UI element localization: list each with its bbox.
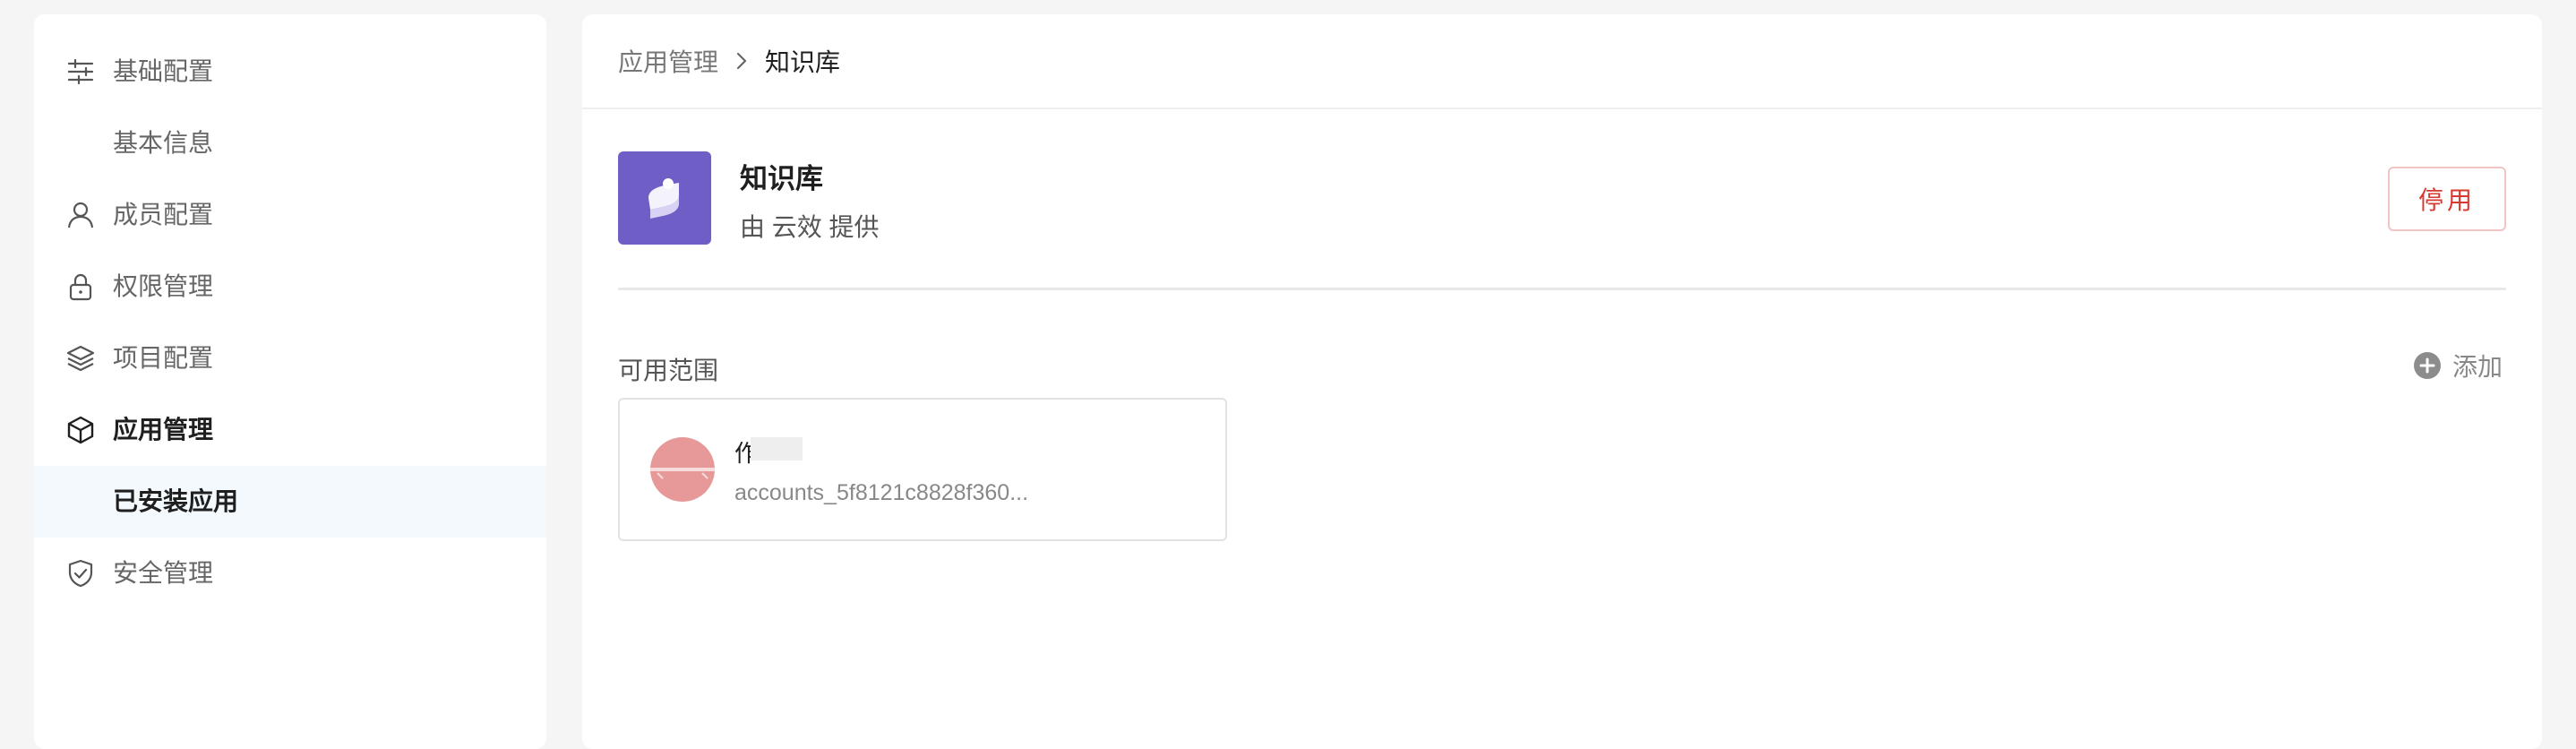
sidebar-item-label: 安全管理	[113, 559, 214, 587]
sidebar-item-label: 应用管理	[113, 416, 214, 443]
add-scope-button[interactable]: 添加	[2413, 348, 2503, 383]
sidebar-item-basic-config[interactable]: 基础配置	[34, 36, 546, 108]
breadcrumb: 应用管理 知识库	[618, 14, 840, 108]
sidebar-item-label: 已安装应用	[113, 487, 239, 515]
sidebar-item-project-config[interactable]: 项目配置	[34, 323, 546, 394]
disable-button[interactable]: 停用	[2388, 167, 2506, 231]
header-divider	[582, 108, 2542, 109]
sidebar-item-installed-apps[interactable]: 已安装应用	[34, 466, 546, 538]
plus-circle-icon	[2413, 351, 2442, 380]
section-divider	[618, 288, 2506, 290]
breadcrumb-parent[interactable]: 应用管理	[618, 43, 718, 79]
knowledge-base-logo-icon	[648, 178, 679, 219]
sidebar: 基础配置 基本信息 成员配置 权限管理 项目配置 应用管理 已安装应用 安全管理	[34, 14, 546, 749]
chevron-right-icon	[734, 51, 749, 71]
breadcrumb-current: 知识库	[765, 48, 841, 76]
sidebar-item-label: 基本信息	[113, 129, 214, 157]
member-name: 作	[734, 435, 803, 467]
sidebar-item-permission[interactable]: 权限管理	[34, 251, 546, 323]
redacted-block	[751, 437, 803, 461]
sidebar-item-security[interactable]: 安全管理	[34, 538, 546, 609]
sidebar-item-member-config[interactable]: 成员配置	[34, 179, 546, 251]
sidebar-item-label: 项目配置	[113, 344, 214, 372]
cube-icon	[64, 414, 97, 446]
layers-icon	[64, 342, 97, 374]
app-provider: 由 云效 提供	[740, 213, 880, 241]
app-logo	[618, 151, 711, 245]
sidebar-item-label: 基础配置	[113, 57, 214, 85]
sidebar-item-app-management[interactable]: 应用管理	[34, 394, 546, 466]
lock-icon	[64, 271, 97, 303]
member-card[interactable]: 作 accounts_5f8121c8828f360...	[618, 398, 1227, 541]
app-name: 知识库	[740, 163, 823, 194]
user-icon	[64, 199, 97, 231]
sliders-icon	[64, 56, 97, 88]
scope-title: 可用范围	[618, 357, 719, 384]
member-account: accounts_5f8121c8828f360...	[734, 480, 1029, 505]
sidebar-item-label: 权限管理	[113, 272, 214, 300]
avatar	[650, 437, 715, 502]
main-panel: 应用管理 知识库 知识库 由 云效 提供 停用 可用范围 添加 作 accoun…	[582, 14, 2542, 749]
add-scope-label: 添加	[2452, 353, 2503, 381]
sidebar-item-basic-info[interactable]: 基本信息	[34, 108, 546, 179]
sidebar-item-label: 成员配置	[113, 201, 214, 228]
shield-check-icon	[64, 557, 97, 590]
